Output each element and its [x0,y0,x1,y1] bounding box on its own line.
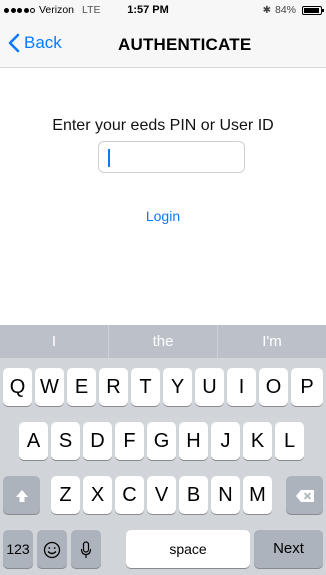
bluetooth-icon: ✱ [262,4,271,16]
emoji-key[interactable] [37,530,67,568]
emoji-icon [43,542,61,559]
key-h[interactable]: H [179,422,208,460]
key-g[interactable]: G [147,422,176,460]
status-bar: Verizon LTE 1:57 PM ✱ 84% [0,0,326,20]
key-n[interactable]: N [211,476,240,514]
space-key[interactable]: space [126,530,250,568]
key-z[interactable]: Z [51,476,80,514]
key-b[interactable]: B [179,476,208,514]
microphone-key[interactable] [71,530,101,568]
key-i[interactable]: I [227,368,256,406]
battery-icon [302,5,324,15]
key-p[interactable]: P [291,368,323,406]
chevron-left-icon [8,33,20,53]
backspace-icon [295,490,314,503]
key-w[interactable]: W [35,368,64,406]
login-button[interactable]: Login [0,208,326,224]
text-cursor [108,149,110,167]
keyboard: I the I'm Q W E R T Y U I O P A S D F G … [0,325,326,575]
key-r[interactable]: R [99,368,128,406]
shift-icon [15,490,28,503]
pin-prompt: Enter your eeds PIN or User ID [52,117,274,134]
key-t[interactable]: T [131,368,160,406]
suggestion-3[interactable]: I'm [217,325,326,358]
pin-input[interactable] [98,141,245,173]
key-s[interactable]: S [51,422,80,460]
key-u[interactable]: U [195,368,224,406]
key-q[interactable]: Q [3,368,32,406]
back-button[interactable]: Back [8,33,62,53]
status-right: ✱ 84% [262,4,324,16]
key-d[interactable]: D [83,422,112,460]
key-c[interactable]: C [115,476,144,514]
suggestion-bar: I the I'm [0,325,326,358]
key-m[interactable]: M [243,476,272,514]
key-f[interactable]: F [115,422,144,460]
battery-percentage: 84% [274,4,296,16]
shift-key[interactable] [3,476,40,514]
page-title: AUTHENTICATE [118,35,252,54]
key-k[interactable]: K [243,422,272,460]
microphone-icon [80,541,92,559]
battery-fill [304,7,320,13]
back-label: Back [24,33,62,52]
key-l[interactable]: L [275,422,304,460]
key-o[interactable]: O [259,368,288,406]
backspace-key[interactable] [286,476,323,514]
navigation-bar: Back AUTHENTICATE [0,20,326,68]
key-v[interactable]: V [147,476,176,514]
suggestion-2[interactable]: the [108,325,217,358]
key-j[interactable]: J [211,422,240,460]
key-e[interactable]: E [67,368,96,406]
next-key[interactable]: Next [254,530,323,568]
key-a[interactable]: A [19,422,48,460]
key-y[interactable]: Y [163,368,192,406]
key-x[interactable]: X [83,476,112,514]
numbers-key[interactable]: 123 [3,530,33,568]
suggestion-1[interactable]: I [0,325,108,358]
